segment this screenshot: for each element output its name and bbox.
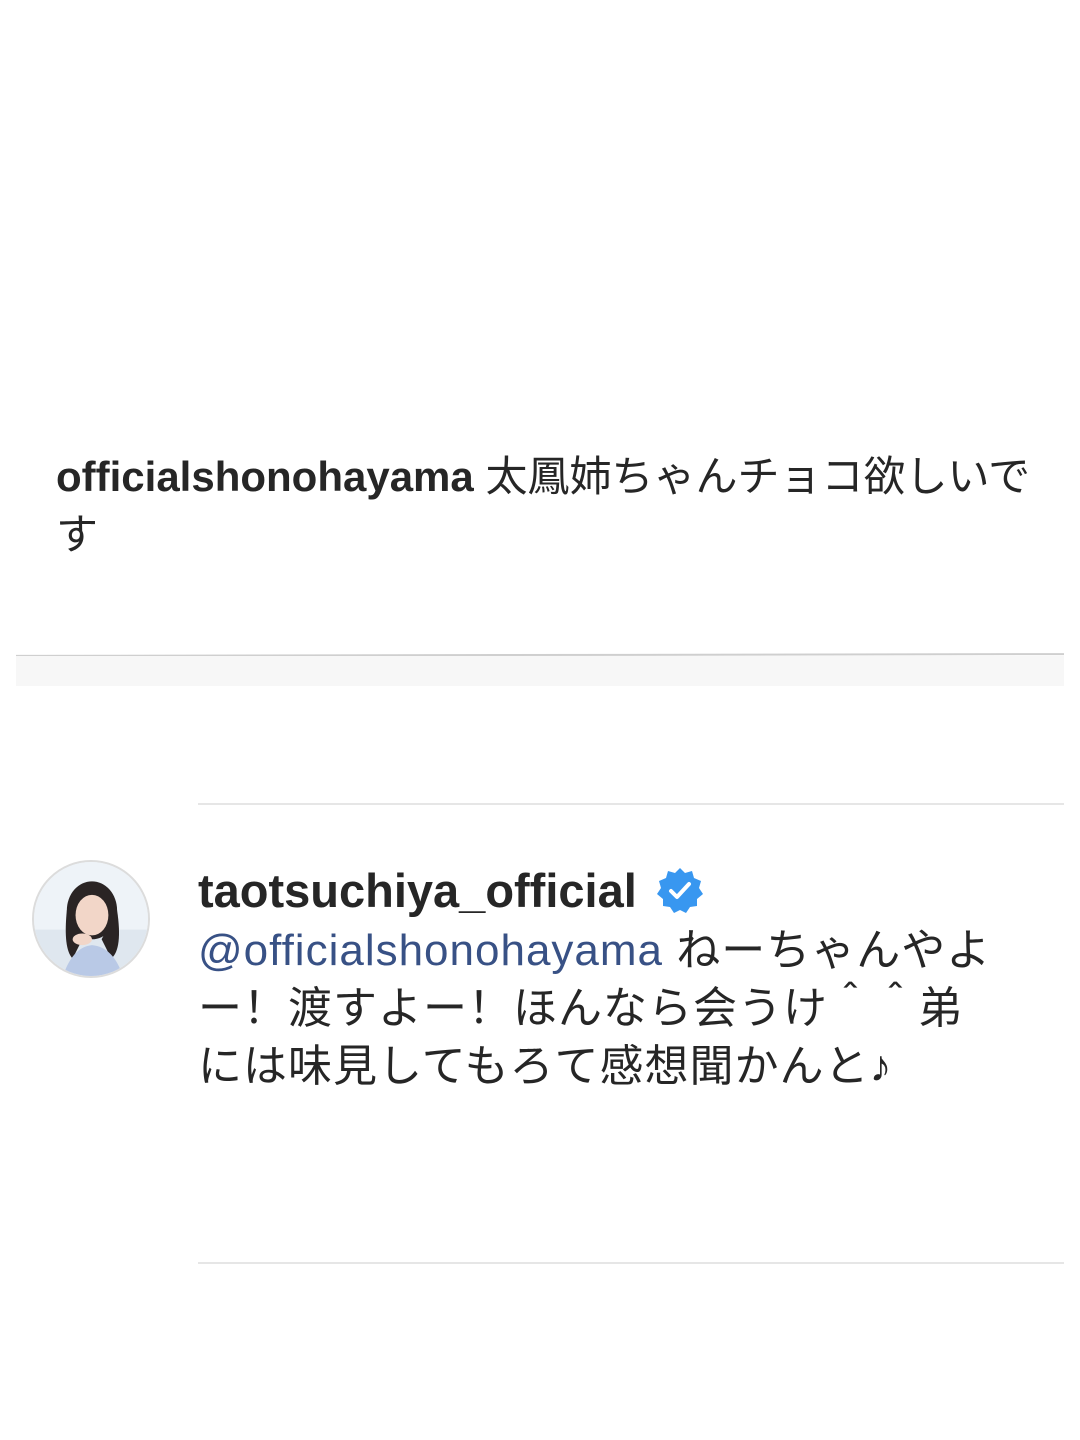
reply-divider-top <box>198 803 1064 805</box>
verified-check-icon <box>655 866 705 916</box>
avatar[interactable] <box>32 860 150 978</box>
mention-link[interactable]: @officialshonohayama <box>198 926 663 975</box>
reply-divider-bottom <box>198 1262 1064 1264</box>
reply-body: @officialshonohayama ねーちゃんやよー！渡すよー！ほんなら会… <box>198 922 998 1096</box>
reply-username[interactable]: taotsuchiya_official <box>198 860 637 922</box>
comment-body: officialshonohayama 太鳳姉ちゃんチョコ欲しいです <box>56 448 1056 564</box>
reply-header: taotsuchiya_official <box>198 860 705 922</box>
comment-username[interactable]: officialshonohayama <box>56 453 474 500</box>
section-separator-band <box>16 656 1064 686</box>
profile-photo-icon <box>34 862 148 976</box>
